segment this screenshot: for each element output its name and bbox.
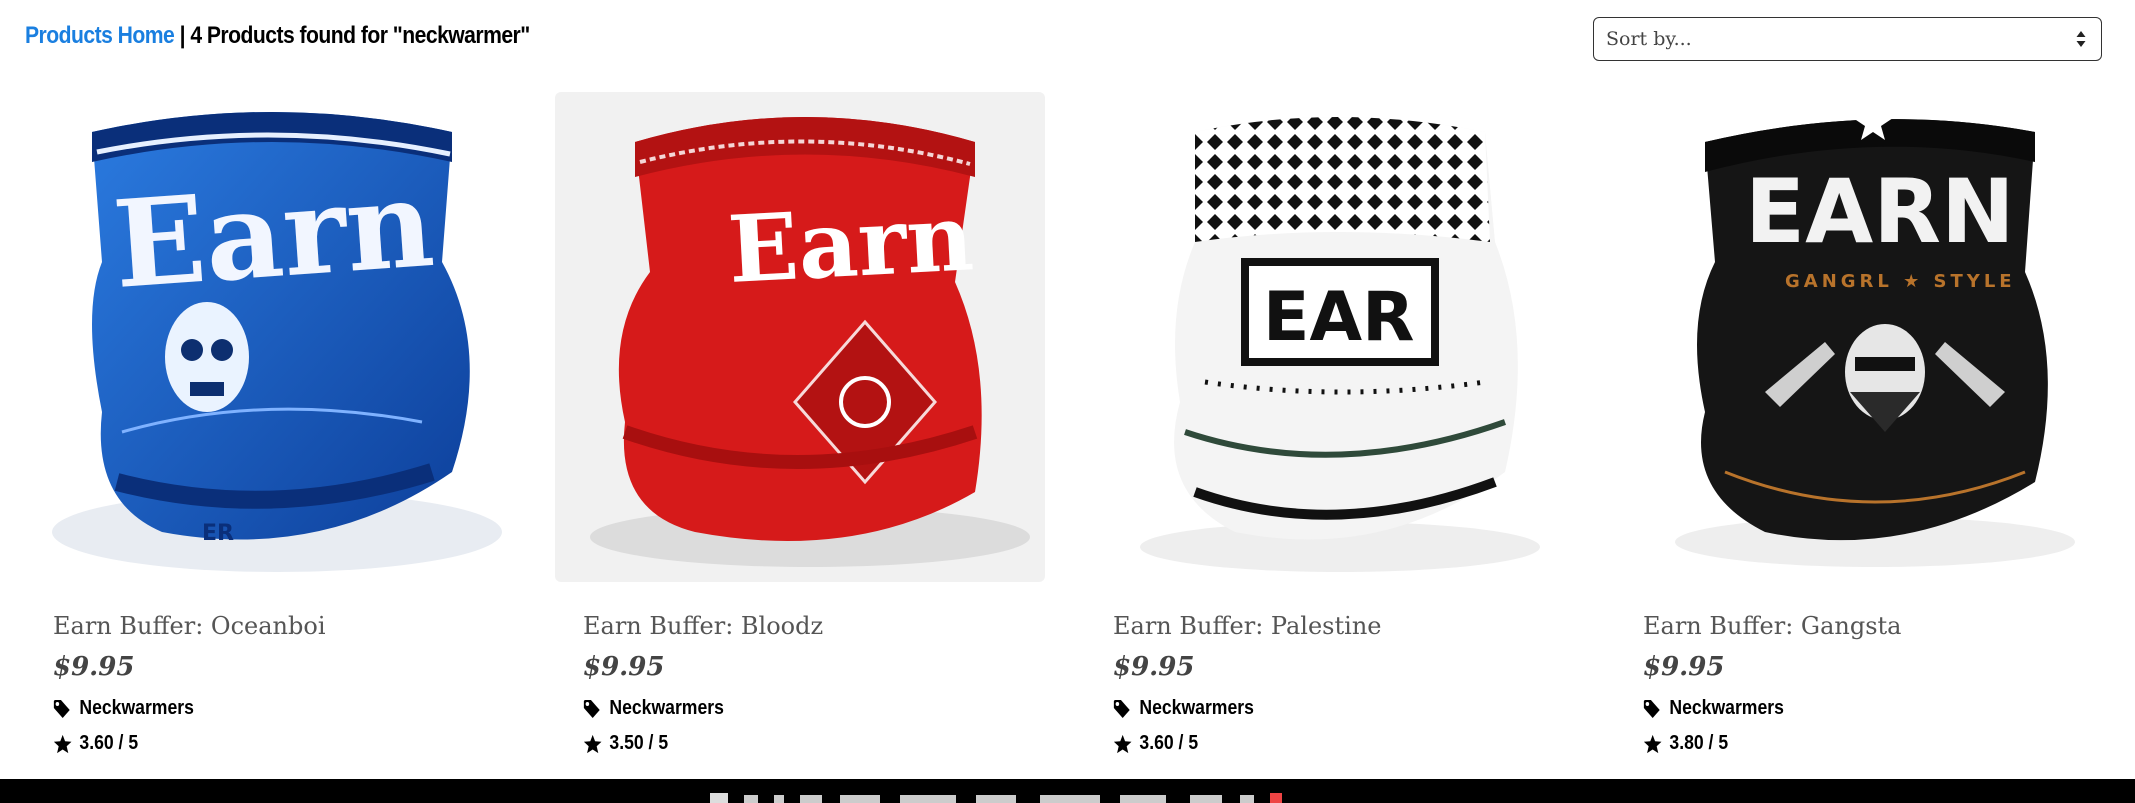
product-name[interactable]: Earn Buffer: Palestine [1113,612,1381,640]
product-image-bloodz[interactable]: Earn [555,92,1045,582]
svg-text:Earn: Earn [109,153,438,316]
breadcrumb-separator: | [179,22,186,49]
svg-text:EAR: EAR [1263,278,1414,357]
footer-bar [0,779,2135,803]
product-rating: 3.50 / 5 [583,732,668,755]
product-image-oceanboi[interactable]: Earn ER [22,92,512,582]
products-home-link[interactable]: Products Home [25,22,175,49]
sort-select[interactable]: Sort by... [1593,17,2102,61]
product-category-label: Neckwarmers [79,697,194,719]
product-rating-value: 3.60 / 5 [79,732,139,754]
sort-arrows-icon [2076,31,2086,47]
footer-text-cutoff [710,793,1282,803]
product-rating: 3.60 / 5 [1113,732,1198,755]
product-category[interactable]: Neckwarmers [583,697,724,720]
product-image-palestine[interactable]: EAR [1085,92,1575,582]
product-category-label: Neckwarmers [1139,697,1254,719]
svg-text:GANGRL ★ STYLE: GANGRL ★ STYLE [1785,271,2016,292]
product-price: $9.95 [1113,652,1195,682]
tag-icon [583,699,600,718]
product-image-gangsta[interactable]: EARN GANGRL ★ STYLE [1615,92,2105,582]
product-rating: 3.60 / 5 [53,732,138,755]
product-category-label: Neckwarmers [1669,697,1784,719]
product-name[interactable]: Earn Buffer: Bloodz [583,612,823,640]
product-price: $9.95 [53,652,135,682]
product-rating-value: 3.80 / 5 [1669,732,1729,754]
product-rating-value: 3.60 / 5 [1139,732,1199,754]
results-header: Products Home | 4 Products found for "ne… [25,22,530,50]
sort-select-value: Sort by... [1606,28,1692,50]
tag-icon [1113,699,1130,718]
product-name[interactable]: Earn Buffer: Gangsta [1643,612,1902,640]
star-icon [1643,734,1662,753]
star-icon [583,734,602,753]
product-category[interactable]: Neckwarmers [53,697,194,720]
product-rating: 3.80 / 5 [1643,732,1728,755]
svg-text:Earn: Earn [725,183,975,304]
product-category[interactable]: Neckwarmers [1113,697,1254,720]
svg-text:ER: ER [202,521,234,546]
product-category-label: Neckwarmers [609,697,724,719]
tag-icon [1643,699,1660,718]
star-icon [53,734,72,753]
product-category[interactable]: Neckwarmers [1643,697,1784,720]
product-rating-value: 3.50 / 5 [609,732,669,754]
svg-text:EARN: EARN [1745,160,2015,263]
product-price: $9.95 [583,652,665,682]
product-name[interactable]: Earn Buffer: Oceanboi [53,612,326,640]
results-count-text: 4 Products found for "neckwarmer" [190,22,530,49]
star-icon [1113,734,1132,753]
product-price: $9.95 [1643,652,1725,682]
tag-icon [53,699,70,718]
